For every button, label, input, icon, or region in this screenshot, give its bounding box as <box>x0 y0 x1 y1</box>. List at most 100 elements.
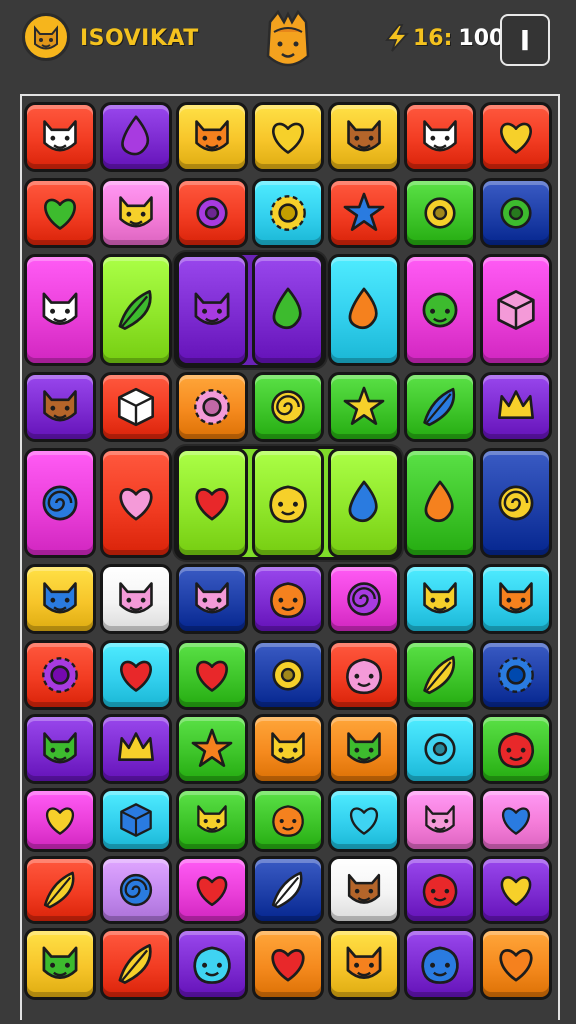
board-tile[interactable] <box>100 372 172 442</box>
board-tile[interactable] <box>404 856 476 924</box>
board-tile[interactable] <box>328 856 400 924</box>
board-tile[interactable] <box>480 448 552 558</box>
blue-heart-icon <box>502 807 530 835</box>
red-heart-icon <box>271 949 305 982</box>
board-tile[interactable] <box>328 372 400 442</box>
board-tile[interactable] <box>100 714 172 784</box>
orange-fire-face-icon <box>348 287 378 330</box>
yellow-cat-icon <box>423 582 457 614</box>
board-tile[interactable] <box>480 788 552 852</box>
board-tile[interactable] <box>252 372 324 442</box>
board-tile[interactable] <box>176 640 248 710</box>
board-tile[interactable] <box>252 254 324 366</box>
board-tile[interactable] <box>328 714 400 784</box>
board-tile[interactable] <box>100 102 172 172</box>
board-tile[interactable] <box>252 714 324 784</box>
board-tile[interactable] <box>252 856 324 924</box>
board-tile[interactable] <box>24 714 96 784</box>
board-tile[interactable] <box>176 564 248 634</box>
board-tile[interactable] <box>24 254 96 366</box>
white-wolf-icon <box>42 292 78 325</box>
board-tile[interactable] <box>480 714 552 784</box>
player-avatar[interactable] <box>22 13 70 61</box>
board-tile[interactable] <box>176 448 248 558</box>
board-tile[interactable] <box>24 102 96 172</box>
board-tile[interactable] <box>252 564 324 634</box>
board-tile[interactable] <box>24 640 96 710</box>
board-tile[interactable] <box>176 102 248 172</box>
purple-donut-icon <box>196 197 228 229</box>
board-tile[interactable] <box>252 178 324 248</box>
board-tile[interactable] <box>480 178 552 248</box>
board-tile[interactable] <box>404 564 476 634</box>
board-tile[interactable] <box>404 640 476 710</box>
board-tile[interactable] <box>176 372 248 442</box>
orange-heart-icon <box>499 949 533 982</box>
board-tile[interactable] <box>480 856 552 924</box>
board-tile[interactable] <box>252 640 324 710</box>
board-tile[interactable] <box>480 564 552 634</box>
orange-fruit-icon <box>272 805 304 837</box>
board-tile[interactable] <box>176 254 248 366</box>
menu-button[interactable]: I <box>500 14 550 66</box>
purple-flower-icon <box>42 657 78 693</box>
pink-blob-icon <box>346 658 382 695</box>
board-tile[interactable] <box>328 448 400 558</box>
red-heart-icon <box>196 660 228 692</box>
board-tile[interactable] <box>252 788 324 852</box>
board-tile[interactable] <box>404 928 476 1000</box>
board-tile[interactable] <box>100 178 172 248</box>
yellow-bolt-heart-icon <box>500 876 532 907</box>
board-tile[interactable] <box>328 928 400 1000</box>
board-tile[interactable] <box>100 564 172 634</box>
board-tile[interactable] <box>404 178 476 248</box>
board-tile[interactable] <box>404 254 476 366</box>
board-tile[interactable] <box>480 640 552 710</box>
board-tile[interactable] <box>328 788 400 852</box>
purple-swirl-icon <box>347 582 381 616</box>
board-tile[interactable] <box>404 448 476 558</box>
board-tile[interactable] <box>176 928 248 1000</box>
board-tile[interactable] <box>24 372 96 442</box>
board-tile[interactable] <box>24 928 96 1000</box>
board-tile[interactable] <box>328 254 400 366</box>
board-tile[interactable] <box>24 564 96 634</box>
board-tile[interactable] <box>100 448 172 558</box>
board-tile[interactable] <box>100 928 172 1000</box>
energy-max: 100 <box>458 25 505 51</box>
blue-cube-icon <box>120 803 152 837</box>
board-tile[interactable] <box>252 102 324 172</box>
board-tile[interactable] <box>176 788 248 852</box>
board-tile[interactable] <box>328 640 400 710</box>
board-tile[interactable] <box>176 714 248 784</box>
orange-star-icon <box>191 728 233 767</box>
board-tile[interactable] <box>328 102 400 172</box>
board-tile[interactable] <box>404 788 476 852</box>
green-goblin-icon <box>43 732 77 764</box>
board-tile[interactable] <box>480 102 552 172</box>
board-tile[interactable] <box>252 928 324 1000</box>
board-tile[interactable] <box>404 714 476 784</box>
cyan-blob-icon <box>193 946 231 984</box>
lightning-bolt-icon <box>385 24 409 52</box>
board-tile[interactable] <box>328 178 400 248</box>
board-tile[interactable] <box>404 372 476 442</box>
board-tile[interactable] <box>328 564 400 634</box>
board-tile[interactable] <box>404 102 476 172</box>
brown-fox-icon <box>347 120 381 152</box>
board-tile[interactable] <box>100 640 172 710</box>
board-tile[interactable] <box>24 856 96 924</box>
board-tile[interactable] <box>24 788 96 852</box>
board-tile[interactable] <box>176 856 248 924</box>
board-tile[interactable] <box>100 788 172 852</box>
board-tile[interactable] <box>480 372 552 442</box>
board-tile[interactable] <box>480 928 552 1000</box>
pink-heart-icon <box>119 488 153 521</box>
board-tile[interactable] <box>100 254 172 366</box>
board-tile[interactable] <box>100 856 172 924</box>
board-tile[interactable] <box>176 178 248 248</box>
board-tile[interactable] <box>480 254 552 366</box>
board-tile[interactable] <box>24 448 96 558</box>
board-tile[interactable] <box>24 178 96 248</box>
board-tile[interactable] <box>252 448 324 558</box>
